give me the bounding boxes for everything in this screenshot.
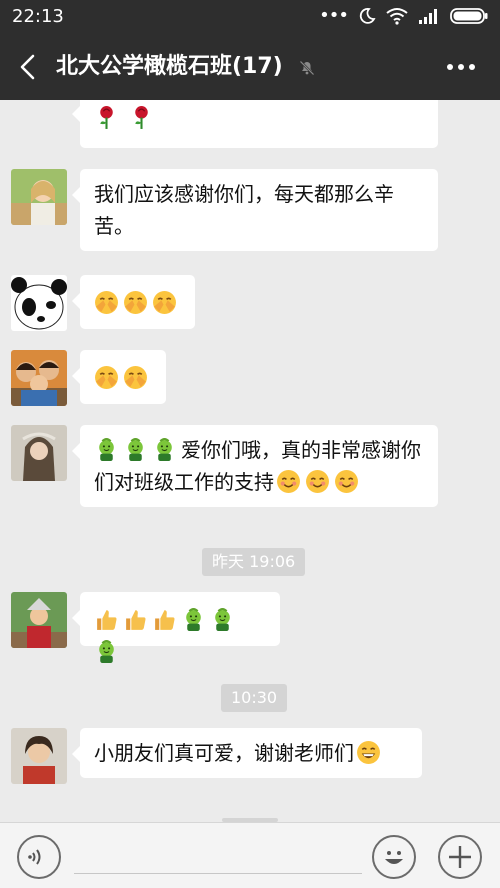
sprout-emoji (152, 437, 177, 462)
rose-emoji (129, 105, 154, 130)
status-time: 22:13 (12, 6, 64, 27)
message-text: 小朋友们真可爱，谢谢老师们 (94, 741, 354, 765)
message-bubble[interactable] (72, 592, 280, 646)
timestamp-chip: 10:30 (221, 684, 288, 712)
voice-icon (28, 849, 41, 865)
message-bubble[interactable] (72, 350, 166, 404)
message-bubble[interactable] (72, 275, 195, 329)
battery-icon (450, 8, 488, 24)
status-icons: ••• (319, 7, 488, 25)
rose-emoji (94, 105, 119, 130)
thumbs-up-emoji (152, 607, 177, 632)
plus-button[interactable] (438, 835, 482, 879)
avatar[interactable] (11, 728, 67, 784)
plus-icon (449, 846, 471, 868)
chat-title: 北大公学橄榄石班(17) (56, 54, 283, 79)
sprout-emoji (94, 639, 119, 664)
sprout-emoji (94, 437, 119, 462)
avatar[interactable] (11, 592, 67, 648)
clap-emoji (94, 290, 119, 315)
input-bar (0, 822, 500, 888)
wifi-icon (386, 8, 408, 25)
smiley-icon (385, 851, 403, 864)
signal-icon (419, 9, 437, 24)
timestamp-chip: 昨天 19:06 (202, 548, 306, 576)
more-dots-icon: ••• (319, 5, 349, 26)
sprout-emoji (123, 437, 148, 462)
blush-emoji (276, 469, 301, 494)
chat-header: 北大公学橄榄石班(17) (0, 34, 500, 100)
sprout-emoji (210, 607, 235, 632)
clap-emoji (152, 290, 177, 315)
emoji-button[interactable] (372, 835, 416, 879)
sprout-emoji (181, 607, 206, 632)
message-list[interactable]: 我们应该感谢你们，每天都那么辛苦。 爱你们哦，真的非常感谢你们对班级工作的支持 … (0, 100, 500, 822)
message-bubble[interactable]: 小朋友们真可爱，谢谢老师们 (72, 728, 422, 778)
avatar[interactable] (11, 169, 67, 225)
voice-button[interactable] (17, 835, 61, 879)
avatar[interactable] (11, 275, 67, 331)
more-button[interactable] (444, 54, 478, 80)
grin-emoji (356, 740, 381, 765)
message-bubble[interactable]: 我们应该感谢你们，每天都那么辛苦。 (72, 169, 438, 251)
message-text: 我们应该感谢你们，每天都那么辛苦。 (94, 182, 394, 238)
avatar[interactable] (11, 425, 67, 481)
clap-emoji (123, 290, 148, 315)
thumbs-up-emoji (94, 607, 119, 632)
blush-emoji (334, 469, 359, 494)
status-bar: 22:13 ••• (0, 0, 500, 34)
message-bubble[interactable]: 爱你们哦，真的非常感谢你们对班级工作的支持 (72, 425, 438, 507)
avatar[interactable] (11, 350, 67, 406)
clap-emoji (123, 365, 148, 390)
back-button[interactable] (14, 52, 44, 82)
moon-icon (359, 8, 376, 24)
blush-emoji (305, 469, 330, 494)
message-input[interactable] (74, 873, 362, 874)
bell-off-icon (299, 60, 315, 76)
clap-emoji (94, 365, 119, 390)
message-bubble-partial[interactable] (72, 100, 438, 148)
thumbs-up-emoji (123, 607, 148, 632)
